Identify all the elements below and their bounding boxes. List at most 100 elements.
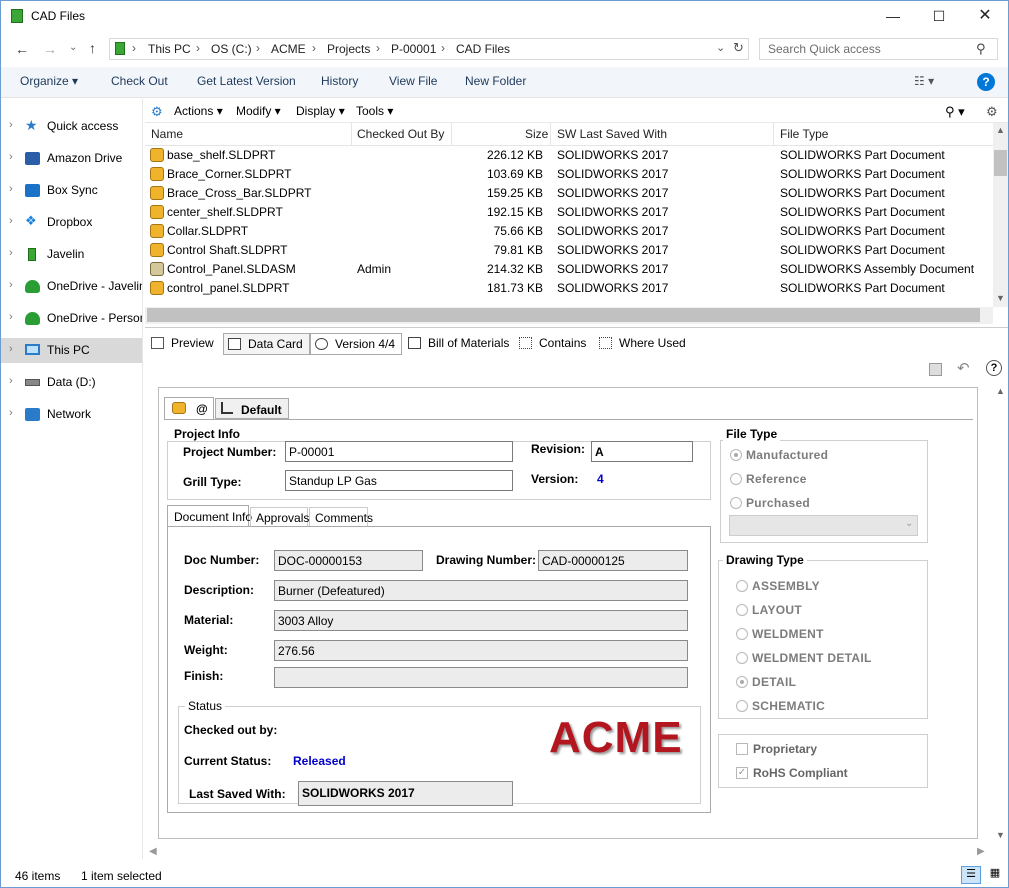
file-list-vertical-scrollbar[interactable]: ▲ ▼ xyxy=(993,123,1008,307)
organize-button[interactable]: Organize ▾ xyxy=(20,74,78,88)
chevron-right-icon[interactable]: › xyxy=(9,119,13,131)
nav-item-network[interactable]: › Network xyxy=(1,402,142,427)
doc-number-field[interactable]: DOC-00000153 xyxy=(274,550,423,571)
data-card-vertical-scrollbar[interactable]: ▲ ▼ xyxy=(993,382,1008,845)
layout-radio[interactable] xyxy=(736,604,748,616)
subtab-document-info[interactable]: Document Info xyxy=(167,505,252,527)
chevron-down-icon[interactable]: ⌄ xyxy=(716,41,725,54)
chevron-right-icon[interactable]: › xyxy=(9,343,13,355)
table-row[interactable]: Control Shaft.SLDPRT 79.81 KB SOLIDWORKS… xyxy=(145,241,993,260)
modify-menu[interactable]: Modify ▾ xyxy=(236,104,281,118)
finish-field[interactable] xyxy=(274,667,688,688)
breadcrumb-this-pc[interactable]: This PC xyxy=(148,42,191,56)
scroll-thumb[interactable] xyxy=(994,150,1007,176)
nav-item-box-sync[interactable]: › Box Sync xyxy=(1,178,142,203)
chevron-right-icon[interactable]: › xyxy=(9,247,13,259)
breadcrumb-projects[interactable]: Projects xyxy=(327,42,370,56)
table-row[interactable]: Brace_Cross_Bar.SLDPRT 159.25 KB SOLIDWO… xyxy=(145,184,993,203)
chevron-right-icon[interactable]: › xyxy=(9,375,13,387)
scroll-left-icon[interactable]: ◀ xyxy=(149,846,157,857)
purchased-radio[interactable] xyxy=(730,497,742,509)
tab-where-used[interactable]: Where Used xyxy=(595,333,692,355)
undo-icon[interactable]: ↶ xyxy=(957,359,970,377)
revision-field[interactable]: A xyxy=(591,441,693,462)
chevron-right-icon[interactable]: › xyxy=(9,215,13,227)
help-icon[interactable]: ? xyxy=(986,360,1002,376)
address-bar[interactable]: › This PC › OS (C:) › ACME › Projects › … xyxy=(109,38,749,60)
nav-item-onedrive-personal[interactable]: › OneDrive - Personal xyxy=(1,306,142,331)
nav-item-quick-access[interactable]: › ★ Quick access xyxy=(1,114,142,139)
new-folder-button[interactable]: New Folder xyxy=(465,74,526,88)
recent-chevron-icon[interactable]: ⌄ xyxy=(69,42,77,53)
back-arrow-icon[interactable]: ← xyxy=(15,41,29,57)
tab-data-card[interactable]: Data Card xyxy=(223,333,310,355)
get-latest-button[interactable]: Get Latest Version xyxy=(197,74,296,88)
nav-item-amazon-drive[interactable]: › Amazon Drive xyxy=(1,146,142,171)
material-field[interactable]: 3003 Alloy xyxy=(274,610,688,631)
column-checked-out-by[interactable]: Checked Out By xyxy=(357,127,444,141)
grill-type-field[interactable]: Standup LP Gas xyxy=(285,470,513,491)
up-arrow-icon[interactable]: ↑ xyxy=(89,40,96,56)
breadcrumb-p00001[interactable]: P-00001 xyxy=(391,42,436,56)
maximize-button[interactable]: ☐ xyxy=(916,1,962,32)
chevron-right-icon[interactable]: › xyxy=(9,183,13,195)
close-button[interactable]: ✕ xyxy=(962,1,1008,32)
chevron-right-icon[interactable]: › xyxy=(9,151,13,163)
scroll-thumb[interactable] xyxy=(147,308,980,322)
search-icon[interactable]: ⚲ ▾ xyxy=(945,104,965,120)
nav-item-javelin[interactable]: › Javelin xyxy=(1,242,142,267)
weight-field[interactable]: 276.56 xyxy=(274,640,688,661)
table-row[interactable]: center_shelf.SLDPRT 192.15 KB SOLIDWORKS… xyxy=(145,203,993,222)
table-row[interactable]: Collar.SLDPRT 75.66 KB SOLIDWORKS 2017 S… xyxy=(145,222,993,241)
breadcrumb-os-c[interactable]: OS (C:) xyxy=(211,42,252,56)
nav-item-data-d[interactable]: › Data (D:) xyxy=(1,370,142,395)
config-tab-at[interactable]: @ xyxy=(164,397,214,419)
chevron-right-icon[interactable]: › xyxy=(9,311,13,323)
chevron-right-icon[interactable]: › xyxy=(9,279,13,291)
column-sw-last-saved[interactable]: SW Last Saved With xyxy=(557,127,667,141)
scroll-down-icon[interactable]: ▼ xyxy=(996,830,1005,840)
column-file-type[interactable]: File Type xyxy=(780,127,828,141)
drawing-number-field[interactable]: CAD-00000125 xyxy=(538,550,688,571)
manufactured-radio[interactable] xyxy=(730,449,742,461)
nav-item-onedrive-javelin[interactable]: › OneDrive - Javelin xyxy=(1,274,142,299)
reference-radio[interactable] xyxy=(730,473,742,485)
minimize-button[interactable]: — xyxy=(870,1,916,32)
tab-preview[interactable]: Preview xyxy=(147,333,220,355)
detail-radio[interactable] xyxy=(736,676,748,688)
scroll-right-icon[interactable]: ▶ xyxy=(977,846,985,857)
scroll-up-icon[interactable]: ▲ xyxy=(996,386,1005,396)
schematic-radio[interactable] xyxy=(736,700,748,712)
config-tab-default[interactable]: Default xyxy=(215,398,289,419)
breadcrumb-cad-files[interactable]: CAD Files xyxy=(456,42,510,56)
large-icons-view-icon[interactable]: ▦ xyxy=(985,866,1005,884)
view-file-button[interactable]: View File xyxy=(389,74,437,88)
rohs-checkbox[interactable]: ✓ xyxy=(736,767,748,779)
scroll-up-icon[interactable]: ▲ xyxy=(996,125,1005,135)
pane-divider[interactable] xyxy=(142,99,143,859)
subtab-approvals[interactable]: Approvals xyxy=(250,507,309,527)
chevron-right-icon[interactable]: › xyxy=(9,407,13,419)
forward-arrow-icon[interactable]: → xyxy=(43,41,57,57)
view-options-icon[interactable]: ☷ ▾ xyxy=(914,74,934,88)
check-out-button[interactable]: Check Out xyxy=(111,74,168,88)
description-field[interactable]: Burner (Defeatured) xyxy=(274,580,688,601)
column-size[interactable]: Size xyxy=(525,127,548,141)
data-card-horizontal-scrollbar[interactable]: ◀ ▶ xyxy=(145,845,993,862)
subtab-comments[interactable]: Comments xyxy=(309,507,373,527)
history-button[interactable]: History xyxy=(321,74,358,88)
breadcrumb-acme[interactable]: ACME xyxy=(271,42,306,56)
last-saved-field[interactable]: SOLIDWORKS 2017 xyxy=(298,781,513,806)
pdm-settings-icon[interactable]: ⚙ xyxy=(986,104,998,120)
details-view-icon[interactable]: ☰ xyxy=(961,866,981,884)
weldment-detail-radio[interactable] xyxy=(736,652,748,664)
tab-version[interactable]: Version 4/4 xyxy=(310,333,403,355)
nav-item-dropbox[interactable]: › ❖ Dropbox xyxy=(1,210,142,235)
display-menu[interactable]: Display ▾ xyxy=(296,104,345,118)
table-row[interactable]: base_shelf.SLDPRT 226.12 KB SOLIDWORKS 2… xyxy=(145,146,993,165)
scroll-down-icon[interactable]: ▼ xyxy=(996,293,1005,303)
purchased-dropdown[interactable]: ⌄ xyxy=(729,515,918,536)
refresh-icon[interactable]: ↻ xyxy=(733,40,744,56)
tab-bill-of-materials[interactable]: Bill of Materials xyxy=(404,333,515,355)
weldment-radio[interactable] xyxy=(736,628,748,640)
